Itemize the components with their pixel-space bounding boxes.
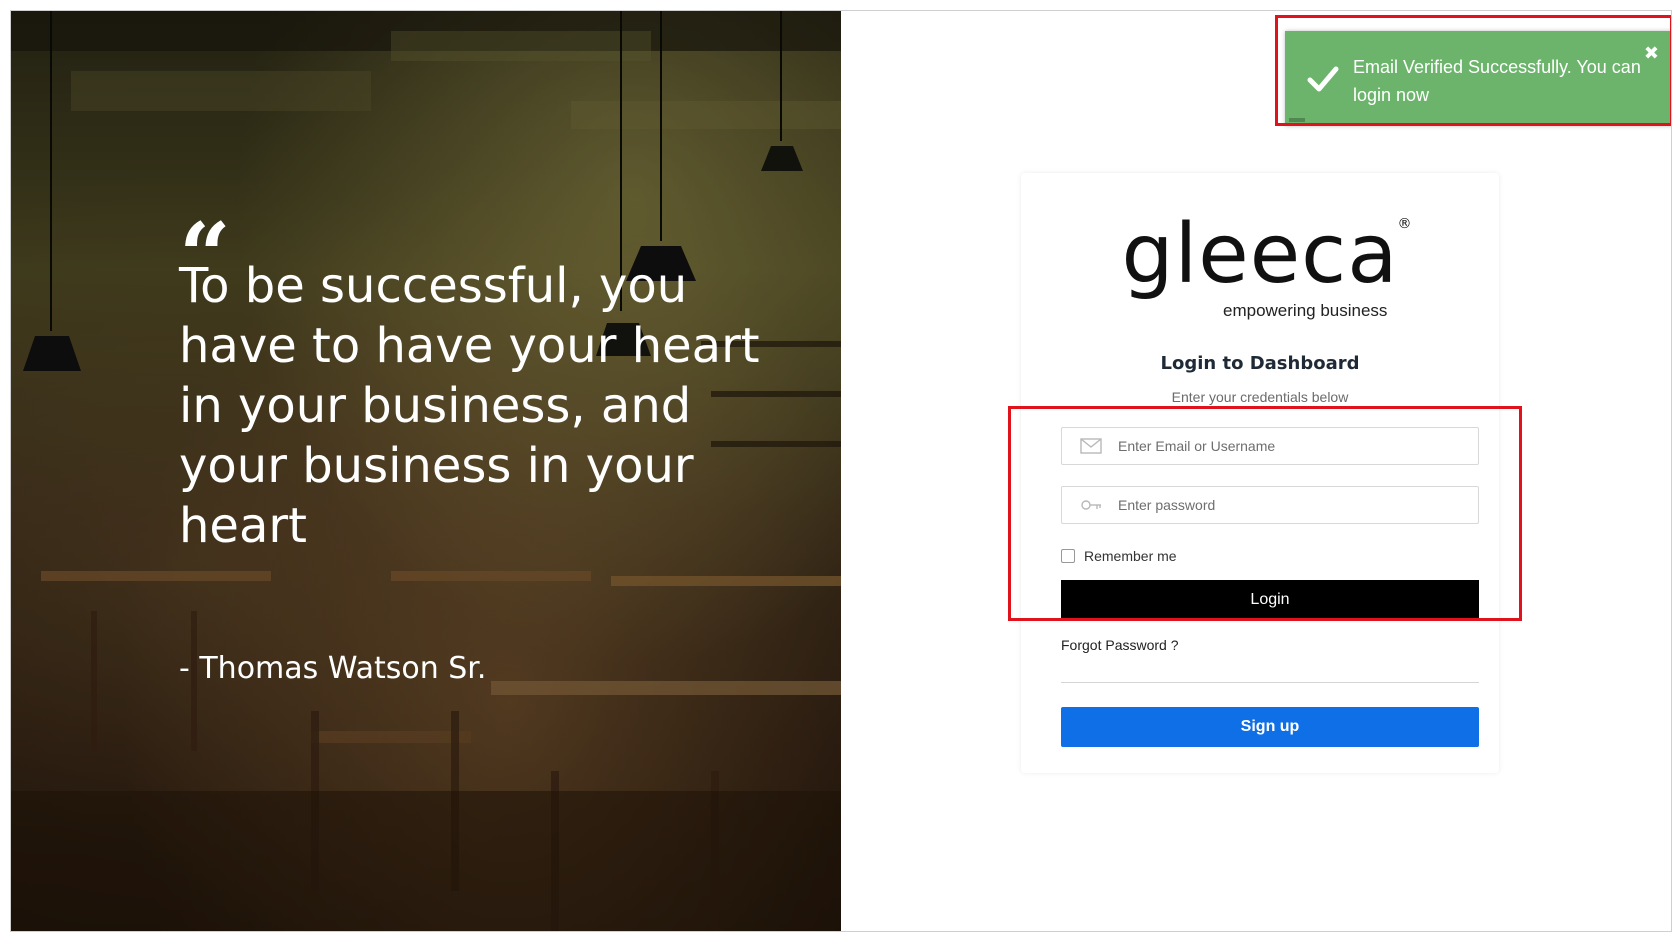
logo-tagline: empowering business bbox=[1223, 301, 1388, 320]
toast-highlight-box bbox=[1275, 15, 1671, 126]
forgot-password-link[interactable]: Forgot Password ? bbox=[1061, 637, 1179, 653]
signup-button[interactable]: Sign up bbox=[1061, 707, 1479, 747]
logo-word-text: gleeca bbox=[1121, 207, 1399, 302]
logo-wordmark: gleeca ® bbox=[1121, 214, 1411, 296]
login-subtitle: Enter your credentials below bbox=[1171, 389, 1349, 405]
login-title: Login to Dashboard bbox=[1160, 353, 1360, 374]
divider bbox=[1061, 682, 1479, 683]
hero-panel: “ To be successful, you have to have you… bbox=[11, 11, 841, 931]
page-frame: “ To be successful, you have to have you… bbox=[10, 10, 1672, 932]
form-highlight-box bbox=[1008, 406, 1522, 621]
gleeca-logo: gleeca ® bbox=[1021, 214, 1499, 296]
hero-quote-author: - Thomas Watson Sr. bbox=[179, 651, 487, 686]
hero-quote: To be successful, you have to have your … bbox=[179, 258, 760, 554]
registered-mark: ® bbox=[1397, 216, 1413, 232]
